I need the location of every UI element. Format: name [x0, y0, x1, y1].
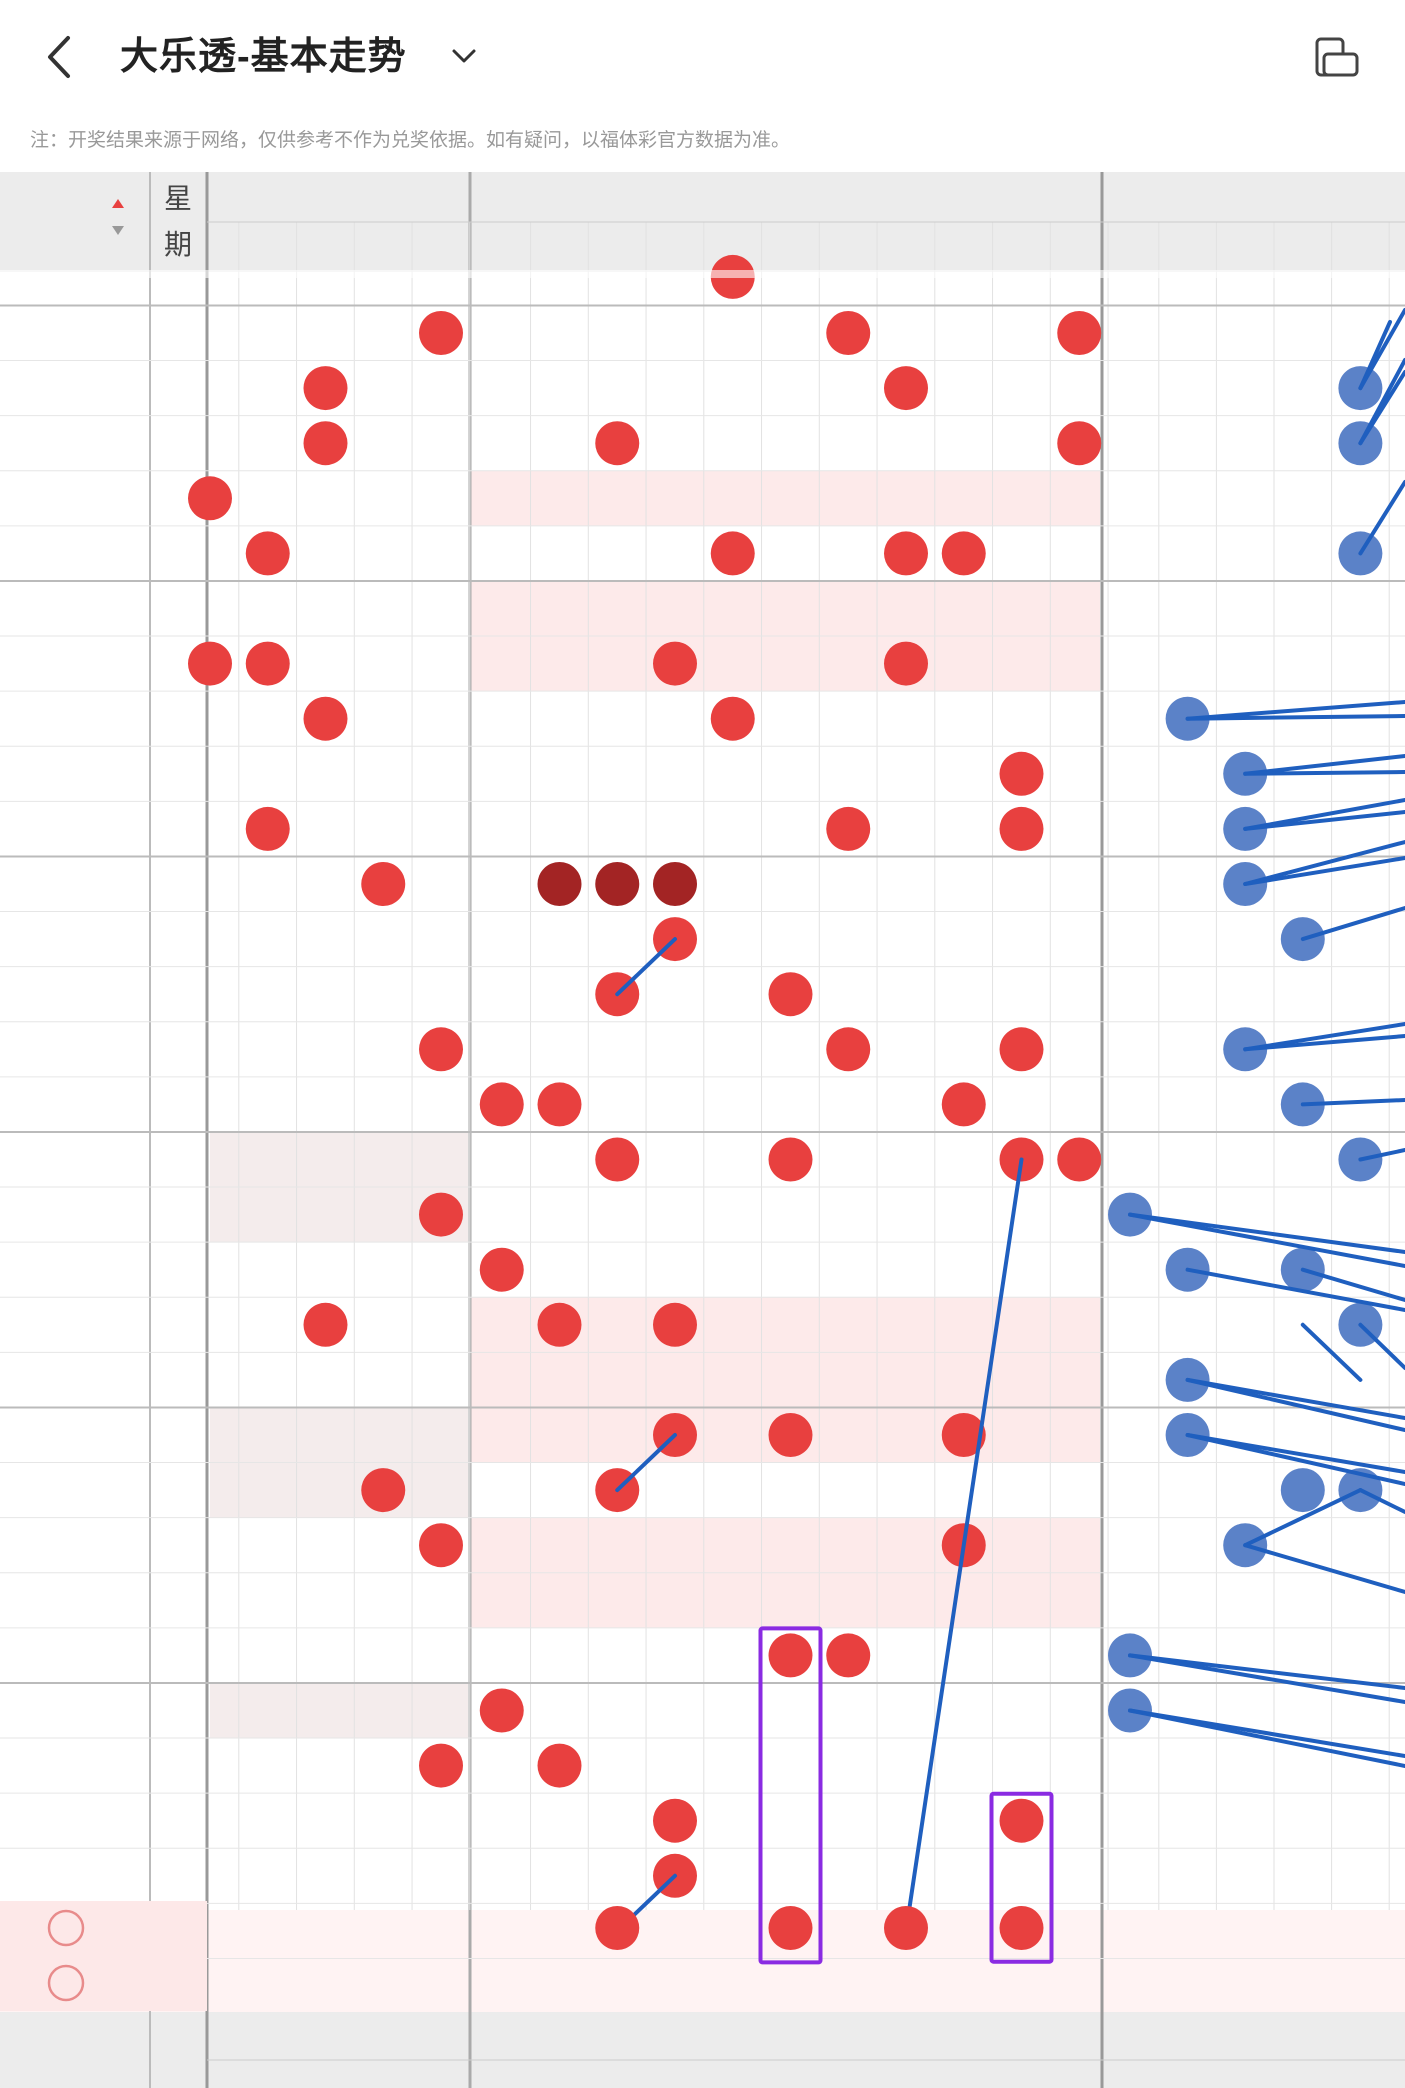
front-ball — [303, 366, 348, 411]
front-ball — [303, 1302, 348, 1347]
trend-line — [1243, 770, 1405, 776]
front-ball — [479, 1082, 524, 1127]
front-ball — [884, 366, 928, 411]
front-ball — [941, 1082, 986, 1127]
front-ball — [768, 1633, 813, 1678]
trend-line — [1128, 1653, 1405, 1704]
front-ball — [419, 311, 463, 355]
front-ball — [999, 751, 1044, 796]
trend-line — [1128, 1212, 1405, 1254]
front-ball — [653, 1798, 697, 1843]
clip-fade — [0, 270, 1405, 278]
front-ball — [537, 1082, 582, 1127]
front-ball — [999, 1027, 1044, 1072]
front-ball — [479, 1688, 524, 1733]
front-ball — [1057, 311, 1102, 355]
front-ball — [826, 311, 871, 355]
front-ball — [361, 1468, 406, 1513]
trend-line — [1185, 714, 1405, 721]
top-bar: 大乐透-基本走势 — [0, 0, 1405, 114]
front-ball — [595, 1137, 640, 1182]
chevron-down-icon[interactable] — [448, 44, 480, 68]
front-ball — [768, 1413, 813, 1457]
front-ball — [826, 806, 871, 851]
row-shade — [210, 1131, 468, 1188]
week-header: 星 — [164, 183, 192, 214]
front-ball — [245, 531, 290, 576]
row-shade — [210, 1682, 468, 1739]
front-ball — [826, 1027, 871, 1072]
front-ball — [537, 862, 582, 906]
front-ball — [653, 1302, 697, 1347]
row-shade — [470, 636, 1100, 692]
front-ball — [245, 806, 290, 851]
front-ball — [653, 641, 697, 686]
picked-ball[interactable] — [999, 1906, 1044, 1950]
trend-line — [1185, 1377, 1405, 1432]
front-ball — [537, 1302, 582, 1347]
front-ball — [999, 1798, 1044, 1843]
front-ball — [999, 806, 1044, 851]
front-ball — [884, 641, 928, 686]
row-shade — [470, 470, 1100, 526]
select-area-bg — [0, 1910, 1405, 2012]
back-arrow-icon[interactable] — [42, 30, 82, 84]
front-ball — [303, 696, 348, 741]
back-ball — [1280, 1468, 1325, 1513]
row-shade — [470, 1352, 1100, 1408]
row-shade — [470, 1572, 1100, 1628]
front-ball — [884, 531, 928, 576]
front-ball — [595, 421, 640, 466]
front-ball — [188, 476, 232, 521]
picked-ball[interactable] — [595, 1906, 640, 1950]
page-title[interactable]: 大乐透-基本走势 — [120, 32, 407, 82]
front-ball — [419, 1192, 463, 1237]
front-ball — [537, 1743, 582, 1788]
front-ball — [941, 531, 986, 576]
front-ball — [245, 641, 290, 686]
landscape-icon[interactable] — [1314, 36, 1360, 78]
front-ball — [768, 1137, 813, 1182]
picked-ball[interactable] — [768, 1906, 813, 1950]
front-ball — [419, 1743, 463, 1788]
front-ball — [419, 1027, 463, 1072]
front-ball — [188, 641, 232, 686]
front-ball — [303, 421, 348, 466]
front-ball — [361, 862, 406, 906]
front-ball — [595, 862, 640, 906]
front-ball — [826, 1633, 871, 1678]
front-ball — [1057, 1137, 1102, 1182]
front-ball — [479, 1247, 524, 1292]
front-ball — [419, 1523, 463, 1568]
disclaimer-note: 注：开奖结果来源于网络，仅供参考不作为兑奖依据。如有疑问，以福体彩官方数据为准。 — [30, 130, 791, 151]
front-ball — [710, 696, 755, 741]
front-ball — [710, 531, 755, 576]
trend-line — [1243, 1543, 1405, 1594]
front-ball — [1057, 421, 1102, 466]
picked-ball[interactable] — [884, 1906, 928, 1950]
front-ball — [653, 862, 697, 906]
trend-line — [1358, 480, 1405, 556]
footer-bg — [0, 2012, 1405, 2088]
trend-line — [1358, 1322, 1405, 1370]
trend-grid: 星期 — [0, 114, 1405, 2088]
row-shade — [210, 1407, 468, 1463]
select-row-label-bg — [0, 1956, 207, 2011]
row-shade — [210, 1462, 468, 1518]
row-shade — [470, 1517, 1100, 1573]
select-row-label-bg — [0, 1901, 207, 1956]
front-ball — [768, 972, 813, 1017]
week-header-2: 期 — [164, 229, 192, 260]
row-shade — [470, 580, 1100, 637]
